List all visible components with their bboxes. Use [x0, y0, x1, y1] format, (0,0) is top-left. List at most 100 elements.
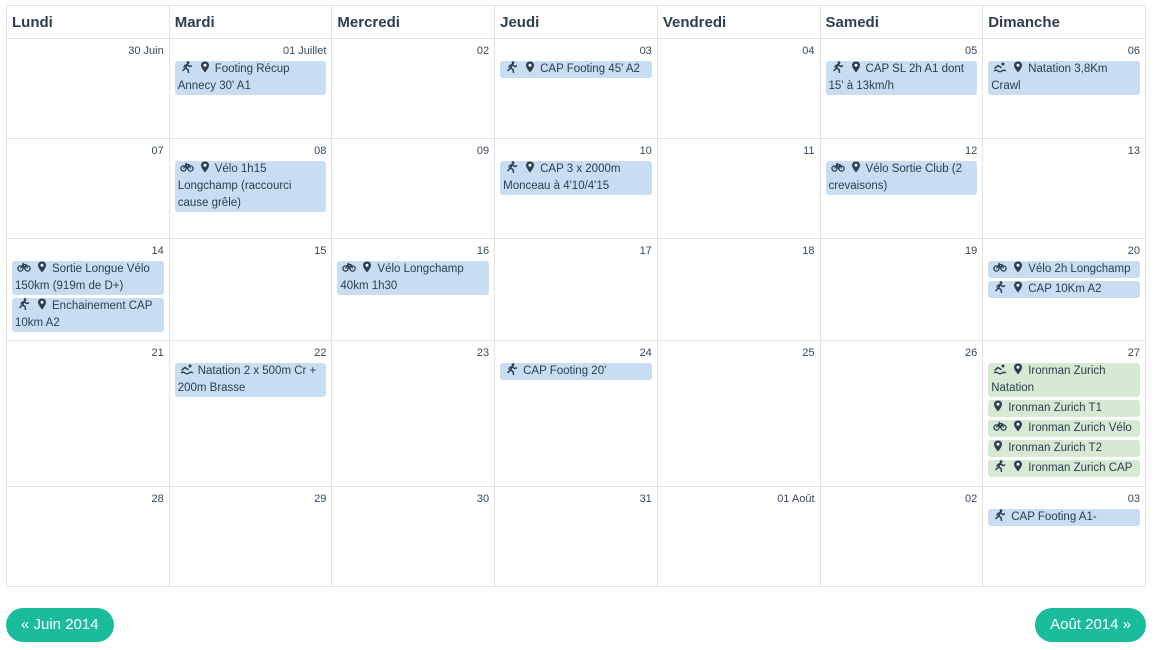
calendar-event[interactable]: CAP Footing A1- — [988, 509, 1140, 526]
event-title: Vélo 1h15 Longchamp (raccourci cause grê… — [177, 163, 292, 209]
day-cell[interactable]: 01 Août — [656, 486, 821, 587]
day-cell[interactable]: 16 Vélo Longchamp 40km 1h30 — [331, 238, 496, 341]
day-cell[interactable]: 20 Vélo 2h Longchamp CAP 10Km A2 — [982, 238, 1146, 341]
day-cell[interactable]: 13 — [982, 138, 1146, 239]
location-pin-icon — [1013, 460, 1023, 472]
calendar-event[interactable]: Vélo 1h15 Longchamp (raccourci cause grê… — [174, 161, 327, 212]
day-number: 23 — [476, 347, 490, 359]
day-cell[interactable]: 03 CAP Footing 45' A2 — [494, 38, 658, 139]
day-cell[interactable]: 11 — [656, 138, 821, 239]
day-cell[interactable]: 08 Vélo 1h15 Longchamp (raccourci cause g… — [168, 138, 333, 239]
bike-icon — [342, 261, 357, 273]
calendar-event[interactable]: Ironman Zurich Natation — [988, 363, 1140, 397]
event-title: CAP 10Km A2 — [1028, 283, 1102, 295]
day-cell[interactable]: 04 — [656, 38, 821, 139]
day-cell[interactable]: 22 Natation 2 x 500m Cr + 200m Brasse — [168, 340, 333, 487]
day-number: 14 — [151, 245, 164, 257]
previous-month-button[interactable]: « Juin 2014 — [6, 608, 114, 642]
day-number: 31 — [639, 493, 652, 505]
day-cell[interactable]: 24 CAP Footing 20' — [494, 340, 658, 487]
day-number: 04 — [802, 45, 815, 57]
bike-icon — [830, 161, 845, 173]
calendar-event[interactable]: Ironman Zurich Vélo — [988, 420, 1140, 437]
day-cell[interactable]: 03 CAP Footing A1- — [982, 486, 1146, 587]
calendar-event[interactable]: Footing Récup Annecy 30' A1 — [174, 61, 327, 95]
calendar-event[interactable]: Ironman Zurich T2 — [988, 440, 1140, 457]
calendar-event[interactable]: CAP 10Km A2 — [988, 281, 1140, 298]
day-number: 02 — [964, 493, 978, 505]
event-title: CAP SL 2h A1 dont 15' à 13km/h — [828, 63, 964, 92]
bike-icon — [993, 420, 1007, 432]
calendar-event[interactable]: CAP 3 x 2000m Monceau à 4'10/4'15 — [500, 161, 652, 195]
calendar-event[interactable]: CAP Footing 20' — [500, 363, 652, 380]
weekday-header: Samedi — [819, 5, 984, 39]
event-title: Natation 3,8Km Crawl — [991, 63, 1108, 92]
running-icon — [17, 298, 31, 310]
calendar-event[interactable]: Vélo Sortie Club (2 crevaisons) — [825, 161, 978, 195]
calendar-event[interactable]: CAP SL 2h A1 dont 15' à 13km/h — [825, 61, 978, 95]
day-cell[interactable]: 17 — [494, 238, 658, 341]
day-cell[interactable]: 25 — [656, 340, 821, 487]
day-cell[interactable]: 07 — [6, 138, 170, 239]
day-cell[interactable]: 15 — [168, 238, 333, 341]
location-pin-icon — [362, 261, 372, 273]
day-cell[interactable]: 30 Juin — [6, 38, 170, 139]
swimming-icon — [993, 61, 1007, 73]
bike-icon — [993, 261, 1007, 273]
day-number: 03 — [1127, 493, 1140, 505]
day-number: 26 — [964, 347, 978, 359]
day-cell[interactable]: 02 — [331, 38, 496, 139]
calendar-event[interactable]: Ironman Zurich CAP — [988, 460, 1140, 477]
next-month-button[interactable]: Août 2014 » — [1035, 608, 1146, 642]
calendar-body: 30 Juin 01 Juillet Footing Récup Annecy 30… — [6, 38, 1146, 587]
running-icon — [993, 509, 1007, 521]
day-cell[interactable]: 05 CAP SL 2h A1 dont 15' à 13km/h — [819, 38, 984, 139]
location-pin-icon — [37, 298, 47, 310]
day-number: 01 Juillet — [282, 45, 327, 57]
day-cell[interactable]: 23 — [331, 340, 496, 487]
day-cell[interactable]: 27 Ironman Zurich Natation Ironman Zurich … — [982, 340, 1146, 487]
calendar-event[interactable]: Vélo Longchamp 40km 1h30 — [337, 261, 490, 295]
day-cell[interactable]: 29 — [168, 486, 333, 587]
event-title: Vélo Sortie Club (2 crevaisons) — [828, 163, 963, 192]
day-number: 21 — [151, 347, 164, 359]
day-number: 01 Août — [777, 493, 815, 505]
day-number: 25 — [802, 347, 815, 359]
day-cell[interactable]: 21 — [6, 340, 170, 487]
day-cell[interactable]: 09 — [331, 138, 496, 239]
day-cell[interactable]: 26 — [819, 340, 984, 487]
day-cell[interactable]: 10 CAP 3 x 2000m Monceau à 4'10/4'15 — [494, 138, 658, 239]
day-cell[interactable]: 14 Sortie Longue Vélo 150km (919m de D+) E… — [6, 238, 170, 341]
day-cell[interactable]: 28 — [6, 486, 170, 587]
day-cell[interactable]: 02 — [819, 486, 984, 587]
event-title: CAP Footing 45' A2 — [540, 63, 640, 75]
day-number: 15 — [314, 245, 327, 257]
event-title: CAP Footing 20' — [523, 365, 607, 377]
calendar-event[interactable]: Natation 3,8Km Crawl — [988, 61, 1140, 95]
calendar-event[interactable]: Enchainement CAP 10km A2 — [12, 298, 164, 332]
calendar-event[interactable]: Ironman Zurich T1 — [988, 400, 1140, 417]
swimming-icon — [180, 363, 194, 375]
day-cell[interactable]: 19 — [819, 238, 984, 341]
location-pin-icon — [1013, 281, 1023, 293]
day-cell[interactable]: 12 Vélo Sortie Club (2 crevaisons) — [819, 138, 984, 239]
location-pin-icon — [851, 61, 861, 73]
location-pin-icon — [1013, 261, 1023, 273]
calendar-event[interactable]: Natation 2 x 500m Cr + 200m Brasse — [174, 363, 327, 397]
day-cell[interactable]: 01 Juillet Footing Récup Annecy 30' A1 — [168, 38, 333, 139]
location-pin-icon — [993, 440, 1003, 452]
day-cell[interactable]: 18 — [656, 238, 821, 341]
day-number: 30 — [476, 493, 490, 505]
day-cell[interactable]: 30 — [331, 486, 496, 587]
calendar-event[interactable]: Vélo 2h Longchamp — [988, 261, 1140, 278]
event-title: Vélo 2h Longchamp — [1028, 263, 1131, 275]
calendar-event[interactable]: Sortie Longue Vélo 150km (919m de D+) — [12, 261, 164, 295]
location-pin-icon — [993, 400, 1003, 412]
calendar-event[interactable]: CAP Footing 45' A2 — [500, 61, 652, 78]
day-cell[interactable]: 31 — [494, 486, 658, 587]
bike-icon — [179, 161, 194, 173]
weekday-header: Dimanche — [982, 5, 1146, 39]
day-cell[interactable]: 06 Natation 3,8Km Crawl — [982, 38, 1146, 139]
event-title: Natation 2 x 500m Cr + 200m Brasse — [177, 365, 317, 394]
running-icon — [993, 281, 1007, 293]
